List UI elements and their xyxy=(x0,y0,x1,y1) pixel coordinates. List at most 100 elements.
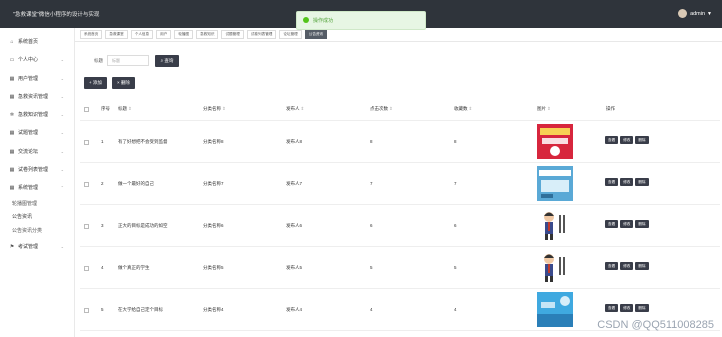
view-button[interactable]: 查看 xyxy=(605,178,619,186)
row-checkbox[interactable] xyxy=(84,266,89,271)
gear-icon: ✲ xyxy=(9,112,15,119)
sidebar-subitem-announcement-categories[interactable]: 公告资讯分类 xyxy=(0,225,74,239)
grid-icon: ▦ xyxy=(9,130,15,137)
sort-icon: ⇕ xyxy=(300,106,305,111)
cell-clicks: 5 xyxy=(370,265,373,270)
tab-bar: 系统首页 急救课堂 个人信息 用户 轮播图 急救知识 试题管理 试卷列表管理 论… xyxy=(80,30,328,39)
row-actions: 查看 修改 删除 xyxy=(605,136,649,144)
chevron-down-icon: ▼ xyxy=(707,10,712,17)
tab-papers[interactable]: 试卷列表管理 xyxy=(246,30,277,39)
edit-button[interactable]: 修改 xyxy=(620,304,634,312)
success-icon xyxy=(303,17,309,23)
view-button[interactable]: 查看 xyxy=(605,136,619,144)
grid-icon: ▦ xyxy=(9,75,15,82)
tab-carousel[interactable]: 轮播图 xyxy=(174,30,194,39)
cell-image xyxy=(537,208,573,243)
cell-publisher: 发布人6 xyxy=(286,223,303,228)
chevron-down-icon: ⌄ xyxy=(60,148,64,154)
cell-clicks: 8 xyxy=(370,139,373,144)
sidebar-item-label: 试卷列表管理 xyxy=(18,167,49,174)
select-all-checkbox[interactable] xyxy=(84,107,89,112)
cell-publisher: 发布人5 xyxy=(286,265,303,270)
table-row: 1 有了好想把不会受到监督 分类名称8 发布人8 8 8 查看 修改 删除 xyxy=(80,121,720,163)
sidebar-item-papers[interactable]: ▦ 试卷列表管理 ⌄ xyxy=(0,161,74,179)
query-button[interactable]: ⌕ 查询 xyxy=(155,55,179,67)
user-menu[interactable]: admin ▼ xyxy=(678,9,712,18)
view-button[interactable]: 查看 xyxy=(605,304,619,312)
tab-questions[interactable]: 试题管理 xyxy=(221,30,244,39)
cell-favorites: 6 xyxy=(454,223,457,228)
watermark: CSDN @QQ511008285 xyxy=(597,319,714,331)
tab-users[interactable]: 用户 xyxy=(156,30,172,39)
tab-app[interactable]: 急救课堂 xyxy=(105,30,128,39)
cell-clicks: 7 xyxy=(370,181,373,186)
edit-button[interactable]: 修改 xyxy=(620,178,634,186)
column-header-clicks[interactable]: 点击次数⇕ xyxy=(370,106,393,112)
column-header-operations: 操作 xyxy=(606,106,615,111)
divider xyxy=(74,41,722,42)
row-checkbox[interactable] xyxy=(84,140,89,145)
sidebar-item-label: 用户管理 xyxy=(18,75,39,82)
cell-title: 做个真正的学生 xyxy=(118,265,150,270)
view-button[interactable]: 查看 xyxy=(605,220,619,228)
cell-favorites: 5 xyxy=(454,265,457,270)
delete-row-button[interactable]: 删除 xyxy=(635,178,649,186)
column-header-image[interactable]: 图片⇕ xyxy=(537,106,551,112)
delete-row-button[interactable]: 删除 xyxy=(635,304,649,312)
edit-button[interactable]: 修改 xyxy=(620,220,634,228)
sidebar-item-forum[interactable]: ▦ 交流论坛 ⌄ xyxy=(0,143,74,161)
row-checkbox[interactable] xyxy=(84,224,89,229)
cell-category: 分类名称4 xyxy=(203,307,224,312)
cell-index: 5 xyxy=(101,307,104,312)
chevron-up-icon: ⌃ xyxy=(60,185,64,191)
cell-favorites: 8 xyxy=(454,139,457,144)
sidebar-item-news[interactable]: ▦ 急救资讯管理 ⌄ xyxy=(0,88,74,106)
top-bar: "急救课堂"微信小程序的设计与实现 操作成功 admin ▼ xyxy=(0,0,722,30)
cell-category: 分类名称5 xyxy=(203,265,224,270)
row-actions: 查看 修改 删除 xyxy=(605,178,649,186)
delete-row-button[interactable]: 删除 xyxy=(635,136,649,144)
sidebar-subitem-announcements[interactable]: 公告资讯 xyxy=(0,211,74,225)
column-header-title[interactable]: 标题⇕ xyxy=(118,106,132,112)
sidebar-item-label: 考试管理 xyxy=(18,244,39,251)
delete-row-button[interactable]: 删除 xyxy=(635,220,649,228)
tab-forum[interactable]: 论坛管理 xyxy=(279,30,302,39)
sidebar-item-label: 试题管理 xyxy=(18,130,39,137)
app-title: "急救课堂"微信小程序的设计与实现 xyxy=(13,12,100,18)
delete-button[interactable]: × 删除 xyxy=(112,77,135,89)
sidebar-item-label: 交流论坛 xyxy=(18,148,39,155)
row-actions: 查看 修改 删除 xyxy=(605,220,649,228)
row-checkbox[interactable] xyxy=(84,308,89,313)
sidebar-item-home[interactable]: ⌂ 系统首页 xyxy=(0,33,74,51)
sidebar-subitem-carousel[interactable]: 轮播图管理 xyxy=(0,198,74,212)
column-header-category[interactable]: 分类名称⇕ xyxy=(203,106,226,112)
cell-favorites: 7 xyxy=(454,181,457,186)
user-name: admin xyxy=(690,10,706,17)
chevron-down-icon: ⌄ xyxy=(60,75,64,81)
tab-home[interactable]: 系统首页 xyxy=(80,30,103,39)
column-header-favorites[interactable]: 收藏数⇕ xyxy=(454,106,472,112)
sidebar-item-exams[interactable]: ⚑ 考试管理 ⌄ xyxy=(0,238,74,256)
edit-button[interactable]: 修改 xyxy=(620,262,634,270)
delete-row-button[interactable]: 删除 xyxy=(635,262,649,270)
add-button[interactable]: + 添加 xyxy=(84,77,107,89)
avatar xyxy=(678,9,688,18)
tab-announcements[interactable]: 公告资讯 xyxy=(304,30,328,39)
sidebar-item-profile[interactable]: ▭ 个人中心 ⌄ xyxy=(0,51,74,69)
column-header-publisher[interactable]: 发布人⇕ xyxy=(286,106,304,112)
tab-profile[interactable]: 个人信息 xyxy=(130,30,154,39)
sort-icon: ⇕ xyxy=(222,106,226,111)
view-button[interactable]: 查看 xyxy=(605,262,619,270)
cell-image xyxy=(537,124,573,159)
sidebar-item-system[interactable]: ▦ 系统管理 ⌃ xyxy=(0,179,74,197)
cell-index: 1 xyxy=(101,139,104,144)
sidebar-item-label: 急救资讯管理 xyxy=(18,93,49,100)
row-checkbox[interactable] xyxy=(84,182,89,187)
search-input[interactable]: 标题 xyxy=(107,55,149,66)
sidebar-item-users[interactable]: ▦ 用户管理 ⌄ xyxy=(0,70,74,88)
sidebar-item-knowledge[interactable]: ✲ 急救知识管理 ⌄ xyxy=(0,106,74,124)
user-icon: ▭ xyxy=(9,57,15,64)
edit-button[interactable]: 修改 xyxy=(620,136,634,144)
tab-knowledge[interactable]: 急救知识 xyxy=(196,30,219,39)
sidebar-item-questions[interactable]: ▦ 试题管理 ⌄ xyxy=(0,124,74,142)
